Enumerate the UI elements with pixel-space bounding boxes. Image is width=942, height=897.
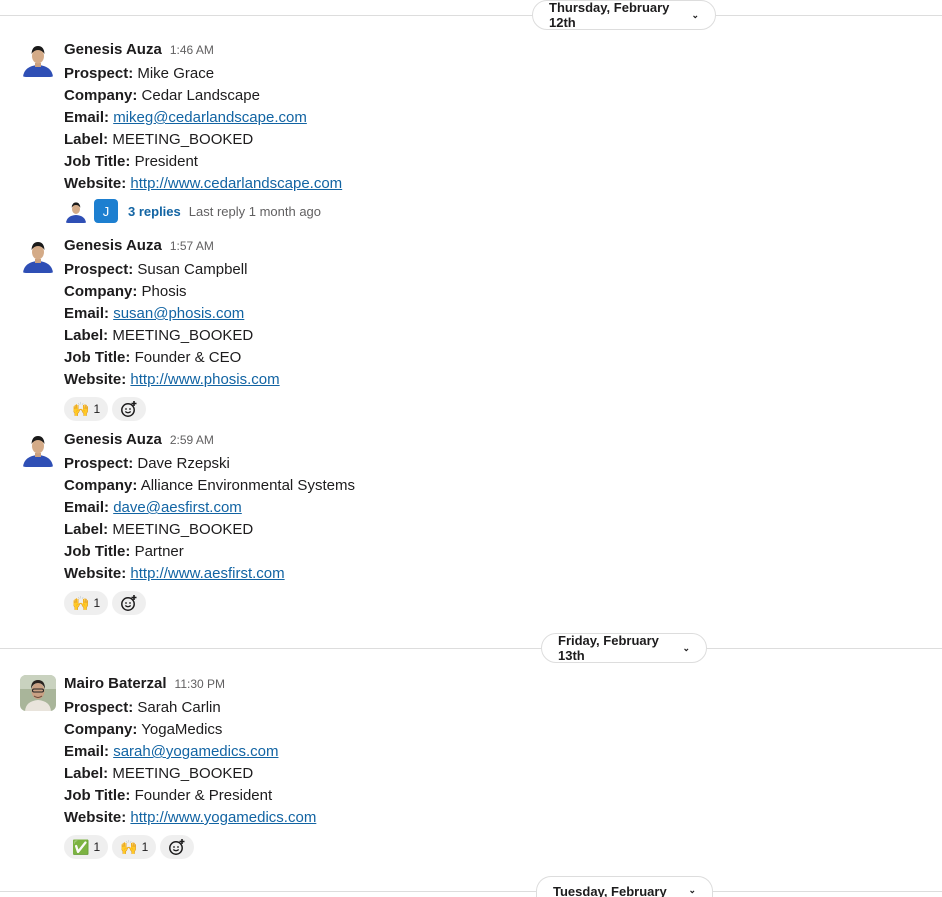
job-title-value: President [134,153,198,170]
job-title-value: Partner [134,543,184,560]
author-name[interactable]: Mairo Baterzal [64,675,167,692]
avatar[interactable] [20,41,56,77]
add-reaction-button[interactable] [160,835,195,859]
website-link[interactable]: http://www.aesfirst.com [130,565,284,582]
raised-hands-icon: 🙌 [120,839,138,855]
reaction-raised-hands[interactable]: 🙌 1 [64,591,109,615]
job-title-line: Job Title: President [64,153,198,170]
reactions-bar: ✅ 1 🙌 1 [64,835,316,859]
chevron-down-icon: ⌄ [688,885,696,895]
author-name[interactable]: Genesis Auza [64,237,162,254]
email-line: Email: susan@phosis.com [64,305,245,322]
company-line: Company: Cedar Landscape [64,87,260,104]
author-name[interactable]: Genesis Auza [64,431,162,448]
website-line: Website: http://www.cedarlandscape.com [64,175,343,192]
label-line: Label: MEETING_BOOKED [64,131,254,148]
prospect-line: Prospect: Susan Campbell [64,261,248,278]
date-pill-tuesday[interactable]: Tuesday, February 17th ⌄ [536,876,713,897]
prospect-line: Prospect: Sarah Carlin [64,699,221,716]
reaction-count: 1 [93,596,101,610]
chevron-down-icon: ⌄ [682,643,690,653]
company-value: Alliance Environmental Systems [140,477,355,494]
prospect-line: Prospect: Dave Rzepski [64,455,230,472]
label-value: MEETING_BOOKED [112,327,254,344]
label-line: Label: MEETING_BOOKED [64,327,254,344]
prospect-value: Dave Rzepski [137,455,230,472]
prospect-value: Mike Grace [137,65,215,82]
date-label: Friday, February 13th [558,633,659,663]
prospect-value: Sarah Carlin [137,699,221,716]
email-line: Email: sarah@yogamedics.com [64,743,279,760]
website-line: Website: http://www.yogamedics.com [64,809,317,826]
reactions-bar: 🙌 1 [64,397,280,421]
website-link[interactable]: http://www.yogamedics.com [130,809,316,826]
raised-hands-icon: 🙌 [72,401,90,417]
date-label: Tuesday, February 17th [553,884,667,897]
website-link[interactable]: http://www.phosis.com [130,371,279,388]
date-divider-line [0,891,942,892]
job-title-line: Job Title: Founder & CEO [64,349,242,366]
reply-count-link[interactable]: 3 replies [128,204,181,219]
raised-hands-icon: 🙌 [72,595,90,611]
date-divider-line [0,15,942,16]
reaction-count: 1 [141,840,149,854]
reactions-bar: 🙌 1 [64,591,355,615]
reaction-count: 1 [93,402,101,416]
company-line: Company: YogaMedics [64,721,223,738]
add-reaction-icon [121,595,137,611]
date-divider-line [0,648,942,649]
avatar[interactable] [20,237,56,273]
label-value: MEETING_BOOKED [112,131,254,148]
website-line: Website: http://www.aesfirst.com [64,565,285,582]
avatar[interactable] [20,675,56,711]
timestamp[interactable]: 11:30 PM [175,677,225,691]
last-reply-text: Last reply 1 month ago [188,203,322,219]
timestamp[interactable]: 1:46 AM [170,43,214,57]
label-line: Label: MEETING_BOOKED [64,521,254,538]
avatar[interactable] [20,431,56,467]
check-mark-icon: ✅ [72,839,90,855]
reaction-count: 1 [93,840,101,854]
date-label: Thursday, February 12th [549,0,670,30]
email-line: Email: mikeg@cedarlandscape.com [64,109,307,126]
prospect-line: Prospect: Mike Grace [64,65,215,82]
job-title-line: Job Title: Founder & President [64,787,273,804]
prospect-value: Susan Campbell [137,261,248,278]
job-title-value: Founder & CEO [134,349,242,366]
reaction-white-check-mark[interactable]: ✅ 1 [64,835,109,859]
email-line: Email: dave@aesfirst.com [64,499,242,516]
label-value: MEETING_BOOKED [112,765,254,782]
reaction-raised-hands[interactable]: 🙌 1 [64,397,109,421]
add-reaction-icon [121,401,137,417]
company-value: YogaMedics [141,721,223,738]
label-value: MEETING_BOOKED [112,521,254,538]
reply-avatar-j: J [94,199,118,223]
reply-avatar [64,199,88,223]
date-pill-friday[interactable]: Friday, February 13th ⌄ [541,633,707,663]
label-line: Label: MEETING_BOOKED [64,765,254,782]
company-line: Company: Phosis [64,283,187,300]
reaction-raised-hands[interactable]: 🙌 1 [112,835,157,859]
timestamp[interactable]: 2:59 AM [170,433,214,447]
company-value: Phosis [141,283,187,300]
add-reaction-icon [169,839,185,855]
job-title-line: Job Title: Partner [64,543,184,560]
email-link[interactable]: sarah@yogamedics.com [113,743,278,760]
email-link[interactable]: susan@phosis.com [113,305,244,322]
thread-replies-bar[interactable]: J 3 replies Last reply 1 month ago [64,199,342,223]
timestamp[interactable]: 1:57 AM [170,239,214,253]
add-reaction-button[interactable] [112,397,147,421]
company-value: Cedar Landscape [141,87,260,104]
company-line: Company: Alliance Environmental Systems [64,477,355,494]
job-title-value: Founder & President [134,787,273,804]
website-link[interactable]: http://www.cedarlandscape.com [130,175,342,192]
chevron-down-icon: ⌄ [691,10,699,20]
email-link[interactable]: dave@aesfirst.com [113,499,242,516]
author-name[interactable]: Genesis Auza [64,41,162,58]
email-link[interactable]: mikeg@cedarlandscape.com [113,109,307,126]
website-line: Website: http://www.phosis.com [64,371,280,388]
date-pill-thursday[interactable]: Thursday, February 12th ⌄ [532,0,716,30]
add-reaction-button[interactable] [112,591,147,615]
